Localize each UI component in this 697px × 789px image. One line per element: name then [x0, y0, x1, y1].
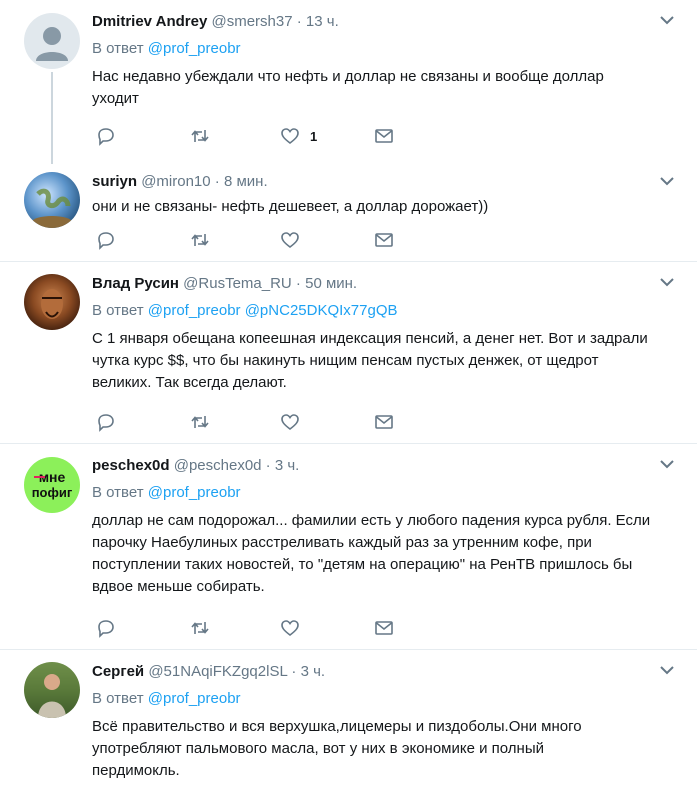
avatar[interactable]: [24, 172, 80, 228]
default-avatar[interactable]: [24, 13, 80, 69]
tweet-text: Всё правительство и вся верхушка,лицемер…: [92, 718, 582, 779]
envelope-icon: [375, 233, 393, 247]
reply-mention-2[interactable]: @pNC25DKQIx77gQB: [245, 302, 398, 319]
envelope-icon: [375, 415, 393, 429]
tweet-separator: [0, 443, 697, 444]
retweet-button[interactable]: [190, 618, 210, 638]
dm-button[interactable]: [374, 412, 394, 432]
author-name[interactable]: suriyn: [92, 173, 137, 190]
like-button[interactable]: [280, 618, 300, 638]
reply-icon: [98, 620, 114, 638]
avatar[interactable]: [24, 274, 80, 330]
timestamp[interactable]: 8 мин.: [224, 173, 268, 190]
like-button[interactable]: [280, 412, 300, 432]
chevron-down-icon[interactable]: [659, 14, 675, 26]
dm-button[interactable]: [374, 618, 394, 638]
chevron-down-icon[interactable]: [659, 458, 675, 470]
reply-label: В ответ: [92, 302, 144, 319]
like-count: 1: [310, 128, 318, 144]
reply-button[interactable]: [96, 126, 116, 146]
author-name[interactable]: peschex0d: [92, 457, 170, 474]
heart-icon: [281, 414, 299, 431]
author-handle[interactable]: @RusTema_RU: [183, 275, 292, 292]
heart-icon: [281, 128, 299, 145]
dm-button[interactable]: [374, 126, 394, 146]
reply-label: В ответ: [92, 690, 144, 707]
timestamp[interactable]: 3 ч.: [301, 663, 326, 680]
reply-mention[interactable]: @prof_preobr: [148, 690, 241, 707]
reply-icon: [98, 128, 114, 146]
reply-icon: [98, 232, 114, 250]
tweet-separator: [0, 261, 697, 262]
author-name[interactable]: Влад Русин: [92, 275, 179, 292]
envelope-icon: [375, 129, 393, 143]
retweet-icon: [191, 130, 209, 142]
reply-button[interactable]: [96, 230, 116, 250]
retweet-button[interactable]: [190, 230, 210, 250]
timestamp[interactable]: 13 ч.: [306, 13, 339, 30]
thread-line: [51, 72, 53, 164]
reply-label: В ответ: [92, 40, 144, 57]
tweet-separator: [0, 649, 697, 650]
avatar[interactable]: мне пофиг: [24, 457, 80, 513]
reply-label: В ответ: [92, 484, 144, 501]
retweet-icon: [191, 622, 209, 634]
envelope-icon: [375, 621, 393, 635]
reply-button[interactable]: [96, 618, 116, 638]
dm-button[interactable]: [374, 230, 394, 250]
svg-text:пофиг: пофиг: [32, 485, 73, 500]
reply-mention[interactable]: @prof_preobr: [148, 40, 241, 57]
author-name[interactable]: Сергей: [92, 663, 144, 680]
retweet-button[interactable]: [190, 412, 210, 432]
reply-icon: [98, 414, 114, 432]
tweet-text: доллар не сам подорожал... фамилии есть …: [92, 512, 651, 595]
tweet-text: они и не связаны- нефть дешевеет, а долл…: [92, 198, 489, 215]
chevron-down-icon[interactable]: [659, 175, 675, 187]
author-handle[interactable]: @51NAqiFKZgq2lSL: [148, 663, 287, 680]
reply-button[interactable]: [96, 412, 116, 432]
retweet-button[interactable]: [190, 126, 210, 146]
author-handle[interactable]: @smersh37: [211, 13, 292, 30]
heart-icon: [281, 620, 299, 637]
author-name[interactable]: Dmitriev Andrey: [92, 13, 207, 30]
retweet-icon: [191, 234, 209, 246]
tweet-text: С 1 января обещана копеешная индексация …: [92, 330, 648, 391]
avatar[interactable]: [24, 662, 80, 718]
chevron-down-icon[interactable]: [659, 664, 675, 676]
heart-icon: [281, 232, 299, 249]
tweet-text: Нас недавно убеждали что нефть и доллар …: [92, 68, 604, 107]
author-handle[interactable]: @miron10: [141, 173, 210, 190]
timestamp[interactable]: 3 ч.: [275, 457, 300, 474]
like-button[interactable]: [280, 230, 300, 250]
reply-mention[interactable]: @prof_preobr: [148, 302, 241, 319]
retweet-icon: [191, 416, 209, 428]
chevron-down-icon[interactable]: [659, 276, 675, 288]
author-handle[interactable]: @peschex0d: [174, 457, 262, 474]
timestamp[interactable]: 50 мин.: [305, 275, 357, 292]
reply-mention[interactable]: @prof_preobr: [148, 484, 241, 501]
like-button[interactable]: 1: [280, 126, 317, 146]
